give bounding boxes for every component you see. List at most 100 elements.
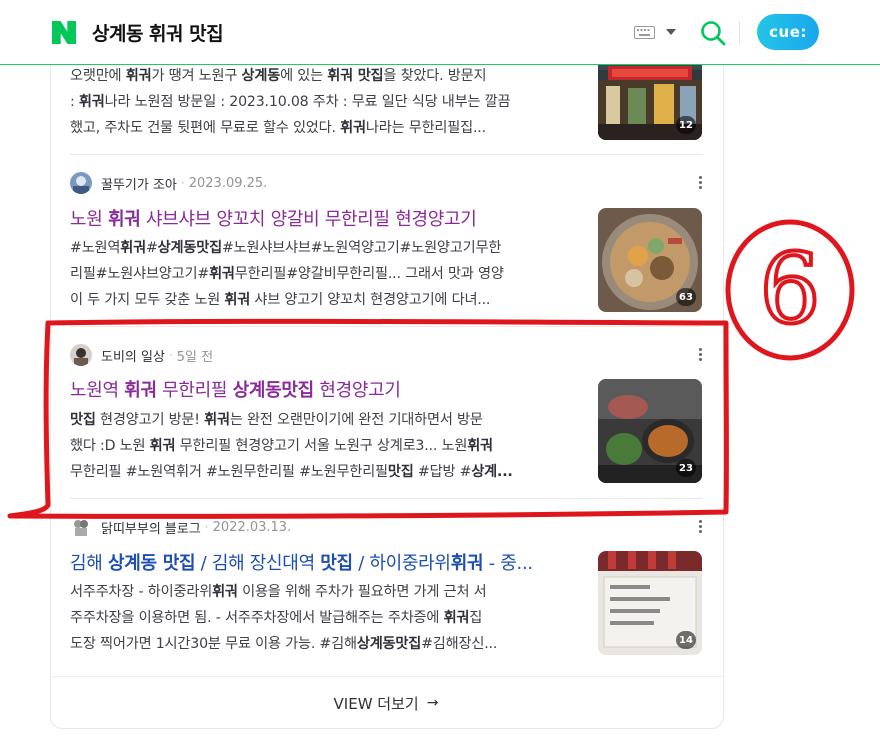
caret-down-icon[interactable] [666,29,676,36]
text-segment: 에 있는 [280,68,328,84]
result-4-meta: 닭띠부부의 블로그 · 2022.03.13. [70,515,291,539]
keyword-highlight: 상계동 [241,68,281,84]
text-segment: # [145,240,158,256]
text-segment: 는 완전 오랜만이기에 완전 기대하면서 방문 [229,412,483,428]
keyword-highlight: 휘궈 [204,412,230,428]
text-segment: 나라는 무한리필집... [365,120,486,136]
result-2-title[interactable]: 노원 휘궈 샤브샤브 양꼬치 양갈비 무한리필 현경양고기 [70,208,580,232]
text-segment: 리필#노원샤브양고기# [70,266,210,282]
more-options-icon[interactable] [694,520,706,536]
text-segment: / 하이중라위 [352,553,451,574]
result-divider [70,326,702,327]
keyword-highlight: 상계동 맛집 [107,553,196,574]
description-line: 이 두 가지 모두 갖춘 노원 휘궈 샤브 양고기 양꼬치 현경양고기에 다녀.… [70,287,582,313]
result-3-title[interactable]: 노원역 휘궈 무한리필 상계동맛집 현경양고기 [70,379,580,403]
meta-separator-dot: · [180,176,185,190]
text-segment: 했다 :D 노원 [70,438,150,454]
description-line: 무한리필 #노원역휘거 #노원무한리필 #노원무한리필맛집 #답방 #상계... [70,459,582,485]
text-segment: / 김해 장신대역 [195,553,321,574]
text-segment: 무한리필#양갈비무한리필... 그래서 맛과 영양 [234,266,504,282]
naver-logo-icon[interactable] [52,21,76,44]
description-line: 도장 찍어가면 1시간30분 무료 이용 가능. #김해상계동맛집#김해장신..… [70,631,582,657]
search-query-text[interactable]: 상계동 휘궈 맛집 [92,19,224,46]
circled-number-ring [725,219,855,361]
text-segment: 나라 노원점 방문일 : 2023.10.08 주차 : 무료 일단 식당 내부… [104,94,511,110]
text-segment: 김해 [70,553,108,574]
keyword-highlight: 상계동맛집 [356,636,422,652]
result-1-description: 오랫만에 휘궈가 땡겨 노원구 상계동에 있는 휘궈 맛집을 찾았다. 방문지:… [70,63,582,141]
text-segment: 도장 찍어가면 1시간30분 무료 이용 가능. #김해 [70,636,357,652]
result-divider [70,154,702,155]
text-segment: 오랫만에 [70,68,126,84]
keyword-highlight: 상계동맛집 [232,380,315,401]
keyword-highlight: 휘궈 [450,553,484,574]
text-segment: 샤브샤브 양꼬치 양갈비 무한리필 현경양고기 [140,209,477,230]
description-line: 서주주차장 - 하이중라위휘궈 이용을 위해 주차가 필요하면 가게 근처 서 [70,579,582,605]
text-segment: #노원샤브샤브#노원역양고기#노원양고기무한 [221,240,502,256]
text-segment: 무한리필 현경양고기 서울 노원구 상계로3... 노원 [175,438,468,454]
keyword-highlight: 휘궈 [107,209,141,230]
view-more-button[interactable]: VIEW 더보기 → [50,676,722,729]
keyword-highlight: 휘궈 [224,292,251,308]
keyword-highlight: 상계동맛집 [157,240,222,256]
keyword-highlight: 휘궈 [149,438,176,454]
keyword-highlight: 휘궈 [120,240,146,256]
keyword-highlight: 휘궈 [443,610,470,626]
text-segment: 무한리필 [156,380,233,401]
blog-name[interactable]: 도비의 일상 [101,346,165,365]
more-options-icon[interactable] [694,176,706,192]
photo-count-badge: 14 [676,631,696,649]
result-3-thumbnail[interactable]: 23 [598,379,702,483]
keyword-highlight: 휘궈 [340,120,366,136]
photo-count-badge: 23 [676,459,696,477]
text-segment: 현경양고기 방문! [95,412,205,428]
result-4-thumbnail[interactable]: 14 [598,551,702,655]
avatar[interactable] [70,172,92,194]
avatar[interactable] [70,516,92,538]
text-segment: #김해장신... [421,636,498,652]
header-divider [739,21,740,45]
text-segment: #노원역 [70,240,121,256]
result-3-meta: 도비의 일상 · 5일 전 [70,343,213,367]
blog-name[interactable]: 꿀뚜기가 조아 [101,174,177,193]
text-segment: 을 찾았다. 방문지 [383,68,487,84]
description-line: 오랫만에 휘궈가 땡겨 노원구 상계동에 있는 휘궈 맛집을 찾았다. 방문지 [70,63,582,89]
text-segment: 무한리필 #노원역휘거 #노원무한리필 #노원무한리필 [70,464,388,480]
keyboard-icon[interactable] [634,26,655,39]
meta-separator-dot: · [168,348,173,362]
avatar[interactable] [70,344,92,366]
text-segment: - 중... [483,553,533,574]
result-2-meta: 꿀뚜기가 조아 · 2023.09.25. [70,171,267,195]
description-line: 리필#노원샤브양고기#휘궈무한리필#양갈비무한리필... 그래서 맛과 영양 [70,261,582,287]
description-line: 했다 :D 노원 휘궈 무한리필 현경양고기 서울 노원구 상계로3... 노원… [70,433,582,459]
text-segment: 이 두 가지 모두 갖춘 노원 [70,292,225,308]
post-date: 2023.09.25. [188,175,268,191]
more-options-icon[interactable] [694,348,706,364]
result-2-thumbnail[interactable]: 63 [598,208,702,312]
text-segment: 가 땡겨 노원구 [151,68,242,84]
keyword-highlight: 휘궈 [212,584,238,600]
circled-number-text: 6 [759,233,820,345]
photo-count-badge: 12 [676,116,696,134]
result-4-title[interactable]: 김해 상계동 맛집 / 김해 장신대역 맛집 / 하이중라위휘궈 - 중... [70,552,580,576]
result-3-description: 맛집 현경양고기 방문! 휘궈는 완전 오랜만이기에 완전 기대하면서 방문 했다… [70,407,582,485]
text-segment: : [70,94,79,110]
result-divider [70,498,702,499]
search-icon[interactable] [700,20,726,46]
text-segment: 집 [469,610,483,626]
keyword-highlight: 맛집 [387,464,414,480]
result-2-description: #노원역휘궈#상계동맛집#노원샤브샤브#노원역양고기#노원양고기무한 리필#노원샤… [70,235,582,313]
meta-separator-dot: · [204,520,209,534]
text-segment: 주주차장을 이용하면 됨. - 서주주차장에서 발급해주는 주차증에 [70,610,444,626]
keyword-highlight: 휘궈 [78,94,105,110]
text-segment: 노원 [70,209,108,230]
text-segment: 샤브 양고기 양꼬치 현경양고기에 다녀... [250,292,491,308]
blog-name[interactable]: 닭띠부부의 블로그 [101,518,201,537]
description-line: : 휘궈나라 노원점 방문일 : 2023.10.08 주차 : 무료 일단 식… [70,89,582,115]
description-line: 주주차장을 이용하면 됨. - 서주주차장에서 발급해주는 주차증에 휘궈집 [70,605,582,631]
text-segment: 노원역 [70,380,125,401]
text-segment: 했고, 주차도 건물 뒷편에 무료로 할수 있었다. [70,120,341,136]
cue-button[interactable]: cue: [757,14,819,50]
keyword-highlight: 맛집 [70,412,96,428]
post-date: 5일 전 [176,349,214,365]
